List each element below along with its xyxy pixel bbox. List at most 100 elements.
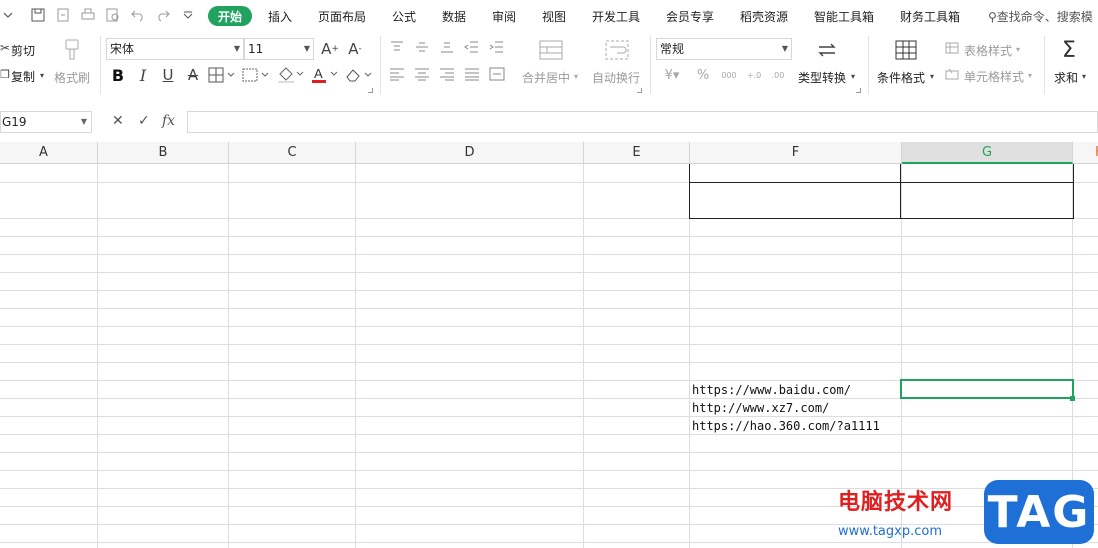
- more-icon[interactable]: [180, 7, 196, 23]
- export-icon[interactable]: [55, 7, 71, 23]
- cell-style-button[interactable]: 单元格样式: [964, 68, 1024, 85]
- distributed-icon[interactable]: [488, 66, 506, 82]
- eraser-icon[interactable]: [344, 65, 374, 85]
- divider: [380, 36, 381, 94]
- column-header-c[interactable]: C: [229, 142, 356, 164]
- cancel-icon[interactable]: ✕: [112, 113, 124, 129]
- indent-decrease-icon[interactable]: [463, 39, 481, 55]
- merge-center-button[interactable]: 合并居中: [522, 69, 570, 86]
- cut-button[interactable]: 剪切: [11, 42, 35, 59]
- bold-button[interactable]: B: [108, 65, 128, 85]
- wrap-text-button[interactable]: 自动换行: [592, 69, 640, 86]
- chevron-down-icon: ▼: [781, 44, 788, 53]
- align-top-icon[interactable]: [388, 39, 406, 55]
- cell-f20[interactable]: http://www.xz7.com/: [692, 401, 829, 415]
- chevron-down-icon[interactable]: ▾: [572, 69, 580, 83]
- alignment-dialog-launcher[interactable]: [637, 88, 642, 93]
- tab-insert[interactable]: 插入: [268, 8, 292, 25]
- format-painter-icon: [60, 38, 84, 62]
- column-header-f[interactable]: F: [690, 142, 902, 164]
- increase-font-icon[interactable]: A +: [320, 39, 340, 59]
- column-header-b[interactable]: B: [98, 142, 229, 164]
- row-line: [0, 416, 1098, 417]
- underline-button[interactable]: U: [158, 65, 178, 85]
- align-bottom-icon[interactable]: [438, 39, 456, 55]
- tab-review[interactable]: 审阅: [492, 8, 516, 25]
- chevron-down-icon[interactable]: ▾: [1026, 68, 1034, 82]
- column-header-d[interactable]: D: [356, 142, 584, 164]
- strikethrough-icon[interactable]: A: [183, 65, 203, 85]
- save-icon[interactable]: [30, 7, 46, 23]
- tab-developer[interactable]: 开发工具: [592, 8, 640, 25]
- cell-f19[interactable]: https://www.baidu.com/: [692, 383, 851, 397]
- font-size-select[interactable]: 11 ▼: [244, 38, 314, 60]
- column-header-h[interactable]: H: [1073, 142, 1098, 164]
- cell-fill-icon[interactable]: [241, 65, 271, 85]
- tab-resources[interactable]: 稻壳资源: [740, 8, 788, 25]
- indent-increase-icon[interactable]: [488, 39, 506, 55]
- formula-input[interactable]: [187, 111, 1098, 133]
- decrease-decimal-icon[interactable]: .00: [768, 66, 788, 84]
- bordered-cell-f[interactable]: [689, 164, 901, 219]
- copy-button[interactable]: 复制: [11, 68, 35, 85]
- check-icon[interactable]: ✓: [138, 113, 150, 129]
- chevron-down-icon: ▼: [80, 117, 87, 126]
- align-middle-icon[interactable]: [413, 39, 431, 55]
- font-dialog-launcher[interactable]: [368, 88, 373, 93]
- align-right-icon[interactable]: [438, 66, 456, 82]
- row-line: [0, 434, 1098, 435]
- align-left-icon[interactable]: [388, 66, 406, 82]
- tab-home[interactable]: 开始: [208, 6, 252, 26]
- tab-finance-toolbox[interactable]: 财务工具箱: [900, 8, 960, 25]
- tab-page-layout[interactable]: 页面布局: [318, 8, 366, 25]
- tab-view[interactable]: 视图: [542, 8, 566, 25]
- increase-decimal-icon[interactable]: +.0: [744, 66, 764, 84]
- watermark-title: 电脑技术网: [838, 490, 954, 515]
- insert-function-icon[interactable]: fx: [162, 113, 175, 129]
- copy-dropdown-icon[interactable]: ▾: [38, 68, 46, 82]
- column-header-a[interactable]: A: [0, 142, 98, 164]
- preview-icon[interactable]: [105, 7, 121, 23]
- bordered-cell-g[interactable]: [900, 164, 1074, 219]
- italic-button[interactable]: I: [134, 65, 152, 85]
- align-center-icon[interactable]: [413, 66, 431, 82]
- thousands-icon[interactable]: 000: [718, 66, 740, 84]
- command-search[interactable]: ⚲查找命令、搜索模: [988, 8, 1093, 25]
- number-format-select[interactable]: 常规 ▼: [656, 38, 792, 60]
- formula-bar: G19 ▼ ✕ ✓ fx: [0, 110, 1098, 134]
- tab-member[interactable]: 会员专享: [666, 8, 714, 25]
- chevron-down-icon[interactable]: ▾: [1080, 69, 1088, 83]
- chevron-down-icon[interactable]: ▾: [928, 69, 936, 83]
- selected-cell-g19[interactable]: [900, 379, 1074, 399]
- sum-button[interactable]: 求和: [1054, 69, 1078, 86]
- format-painter-button[interactable]: 格式刷: [54, 69, 90, 86]
- font-color-icon[interactable]: A: [310, 65, 340, 85]
- table-style-button[interactable]: 表格样式: [964, 42, 1012, 59]
- justify-icon[interactable]: [463, 66, 481, 82]
- cell-f21[interactable]: https://hao.360.com/?a1111: [692, 419, 880, 433]
- column-header-e[interactable]: E: [584, 142, 690, 164]
- currency-icon[interactable]: ¥▾: [660, 66, 684, 84]
- tab-data[interactable]: 数据: [442, 8, 466, 25]
- undo-icon[interactable]: [130, 7, 146, 23]
- chevron-down-icon[interactable]: ▾: [1014, 42, 1022, 56]
- type-convert-button[interactable]: 类型转换: [798, 69, 846, 86]
- fill-color-icon[interactable]: [276, 65, 306, 85]
- number-dialog-launcher[interactable]: [856, 88, 861, 93]
- name-box[interactable]: G19 ▼: [0, 111, 92, 133]
- print-icon[interactable]: [80, 7, 96, 23]
- decrease-font-icon[interactable]: A-: [345, 39, 365, 59]
- percent-icon[interactable]: %: [694, 66, 712, 84]
- name-box-value: G19: [2, 115, 27, 129]
- border-icon[interactable]: [207, 65, 237, 85]
- chevron-down-icon[interactable]: ▾: [849, 69, 857, 83]
- font-name-select[interactable]: 宋体 ▼: [106, 38, 244, 60]
- tab-smart-toolbox[interactable]: 智能工具箱: [814, 8, 874, 25]
- column-header-g[interactable]: G: [902, 142, 1073, 164]
- search-icon: ⚲: [988, 10, 997, 24]
- conditional-format-button[interactable]: 条件格式: [877, 69, 925, 86]
- fill-handle[interactable]: [1070, 396, 1075, 401]
- redo-icon[interactable]: [155, 7, 171, 23]
- tab-formulas[interactable]: 公式: [392, 8, 416, 25]
- chevron-down-icon[interactable]: [0, 7, 16, 23]
